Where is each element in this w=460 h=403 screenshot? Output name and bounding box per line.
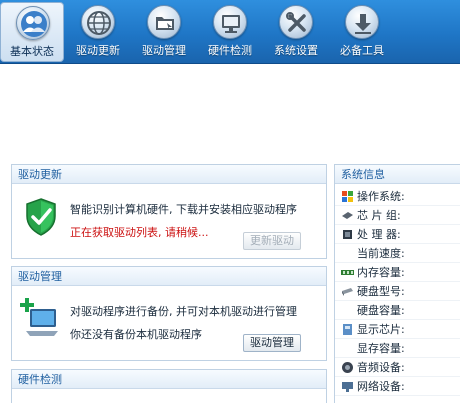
- sysinfo-memory-row: 内存容量:: [335, 263, 460, 282]
- panel-title: 驱动管理: [12, 267, 326, 286]
- tab-driver-update[interactable]: 驱动更新: [66, 2, 130, 62]
- sysinfo-chipset-row: 芯 片 组:: [335, 206, 460, 225]
- driver-update-panel: 驱动更新 智能识别计算机硬件, 下载并安装相应驱动程序 正在获取驱动列表, 请稍…: [11, 164, 327, 259]
- network-icon: [341, 380, 354, 393]
- sysinfo-label: 网络设备:: [357, 380, 405, 393]
- driver-manage-panel: 驱动管理 对驱动程序进行备份, 并可对本机驱动进行管理 你还没有备份本机驱动程序…: [11, 266, 327, 361]
- cpu-icon: [341, 228, 354, 241]
- driver-manage-description: 对驱动程序进行备份, 并可对本机驱动进行管理: [70, 305, 297, 318]
- sysinfo-label: 操作系统:: [357, 190, 405, 203]
- tab-system-settings[interactable]: 系统设置: [264, 2, 328, 62]
- display-icon: [341, 323, 354, 336]
- tab-label: 驱动更新: [76, 44, 120, 57]
- globe-icon: [81, 5, 115, 39]
- driver-update-description: 智能识别计算机硬件, 下载并安装相应驱动程序: [70, 203, 297, 216]
- shield-check-icon: [24, 197, 58, 240]
- sysinfo-display-row: 显示芯片:: [335, 320, 460, 339]
- sysinfo-audio-row: 音频设备:: [335, 358, 460, 377]
- tools-icon: [279, 5, 313, 39]
- update-driver-button[interactable]: 更新驱动: [243, 232, 301, 250]
- sysinfo-cpu-row: 处 理 器:: [335, 225, 460, 244]
- driver-manage-button[interactable]: 驱动管理: [243, 334, 301, 352]
- sysinfo-label: 硬盘容量:: [357, 304, 405, 317]
- sysinfo-vram-row: 显存容量:: [335, 339, 460, 358]
- download-icon: [345, 5, 379, 39]
- tab-label: 必备工具: [340, 44, 384, 57]
- sysinfo-label: 显存容量:: [357, 342, 405, 355]
- tab-label: 驱动管理: [142, 44, 186, 57]
- sysinfo-label: 显示芯片:: [357, 323, 405, 336]
- driver-manage-status: 你还没有备份本机驱动程序: [70, 328, 202, 341]
- main-toolbar: 基本状态 驱动更新 驱动管理 硬件检测 系统设置 必备工具: [0, 0, 460, 64]
- sysinfo-label: 音频设备:: [357, 361, 405, 374]
- sysinfo-network-row: 网络设备:: [335, 377, 460, 396]
- tab-basic-status[interactable]: 基本状态: [0, 2, 64, 62]
- folder-icon: [147, 5, 181, 39]
- sysinfo-label: 当前速度:: [357, 247, 405, 260]
- sysinfo-label: 芯 片 组:: [357, 209, 401, 222]
- tab-essential-tools[interactable]: 必备工具: [330, 2, 394, 62]
- sysinfo-harddisk-row: 硬盘型号:: [335, 282, 460, 301]
- tab-hardware-check[interactable]: 硬件检测: [198, 2, 262, 62]
- system-info-panel: 系统信息 操作系统: 芯 片 组: 处 理 器: 当前速度: 内存容量: 硬盘型…: [334, 164, 460, 403]
- sysinfo-label: 硬盘型号:: [357, 285, 405, 298]
- sysinfo-disksize-row: 硬盘容量:: [335, 301, 460, 320]
- tab-label: 硬件检测: [208, 44, 252, 57]
- sysinfo-os-row: 操作系统:: [335, 187, 460, 206]
- sysinfo-label: 内存容量:: [357, 266, 405, 279]
- windows-icon: [341, 190, 354, 203]
- driver-update-status: 正在获取驱动列表, 请稍候...: [70, 226, 209, 239]
- memory-icon: [341, 266, 354, 279]
- sysinfo-label: 处 理 器:: [357, 228, 401, 241]
- system-info-title: 系统信息: [335, 165, 460, 184]
- panel-title: 硬件检测: [12, 370, 326, 389]
- tab-label: 系统设置: [274, 44, 318, 57]
- tab-driver-manage[interactable]: 驱动管理: [132, 2, 196, 62]
- hardware-check-panel: 硬件检测: [11, 369, 327, 403]
- harddisk-icon: [341, 285, 354, 298]
- tab-label: 基本状态: [10, 45, 54, 58]
- computer-add-icon: [20, 297, 62, 342]
- audio-icon: [341, 361, 354, 374]
- monitor-icon: [213, 5, 247, 39]
- users-icon: [16, 6, 50, 40]
- panel-title: 驱动更新: [12, 165, 326, 184]
- chip-icon: [341, 209, 354, 222]
- sysinfo-speed-row: 当前速度:: [335, 244, 460, 263]
